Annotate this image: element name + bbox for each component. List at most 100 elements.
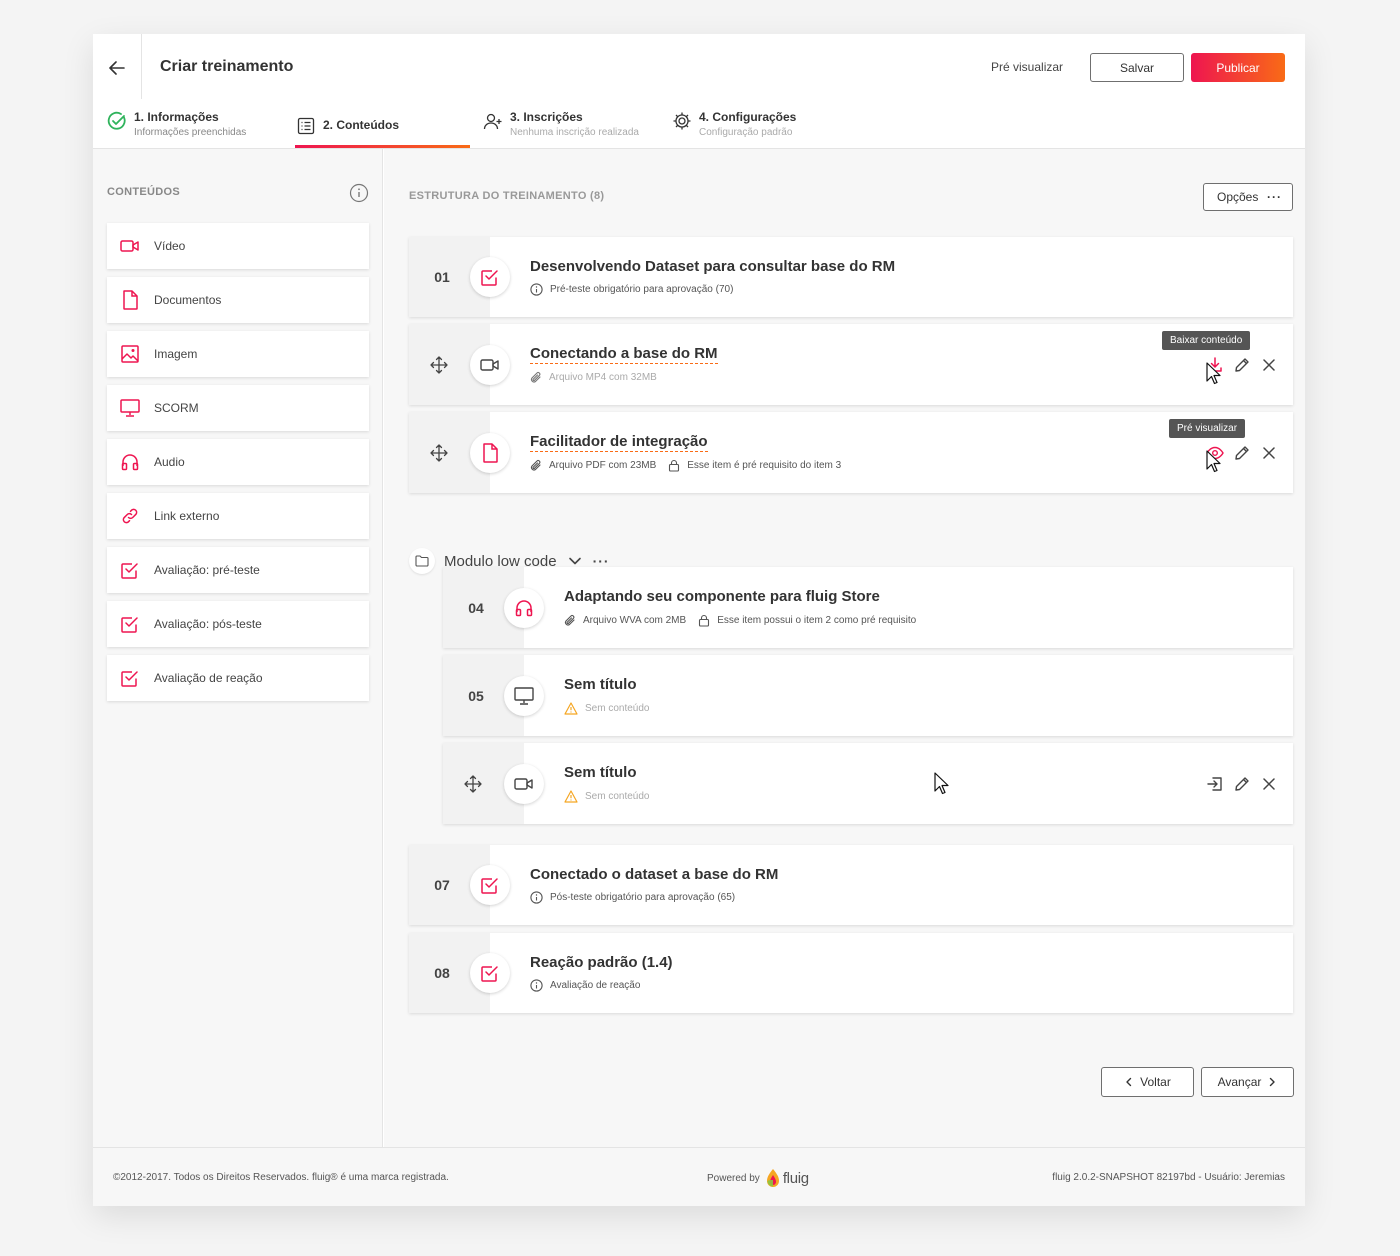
drag-handle-icon[interactable]: [429, 355, 449, 375]
list-item[interactable]: 04 Adaptando seu componente para fluig S…: [443, 567, 1293, 648]
item-meta-text: Pós-teste obrigatório para aprovação (65…: [550, 892, 736, 903]
drag-handle-icon[interactable]: [429, 443, 449, 463]
page-title: Criar treinamento: [160, 58, 294, 75]
list-item[interactable]: 08 Reação padrão (1.4) Avaliação de reaç…: [409, 933, 1293, 1013]
copyright-text: ©2012-2017. Todos os Direitos Reservados…: [113, 1172, 449, 1183]
more-icon: ···: [1267, 190, 1282, 204]
lock-icon: [669, 459, 680, 472]
sidebar-item-pre-teste[interactable]: Avaliação: pré-teste: [107, 547, 369, 593]
sidebar-item-label: Imagem: [154, 347, 198, 361]
preview-link[interactable]: Pré visualizar: [991, 60, 1063, 74]
item-meta-text: Avaliação de reação: [550, 980, 641, 991]
edit-icon[interactable]: [1232, 774, 1252, 794]
list-item[interactable]: 05 Sem título Sem conteúdo: [443, 655, 1293, 736]
info-icon: [530, 283, 543, 296]
step-title: 2. Conteúdos: [323, 118, 400, 132]
sidebar-item-scorm[interactable]: SCORM: [107, 385, 369, 431]
video-icon: [120, 236, 140, 256]
tab-inscricoes[interactable]: 3. Inscrições Nenhuma inscrição realizad…: [482, 110, 639, 150]
checkbox-icon: [470, 953, 510, 993]
item-title: Sem título: [564, 764, 637, 781]
folder-icon: [409, 548, 435, 574]
chevron-right-icon: [1270, 1077, 1276, 1087]
tab-configuracoes[interactable]: 4. Configurações Configuração padrão: [671, 110, 796, 150]
item-title[interactable]: Facilitador de integração: [530, 433, 708, 452]
drag-handle-icon[interactable]: [463, 774, 483, 794]
next-button[interactable]: Avançar: [1201, 1067, 1294, 1097]
lock-icon: [699, 614, 710, 627]
item-title: Conectado o dataset a base do RM: [530, 866, 779, 883]
edit-icon[interactable]: [1232, 355, 1252, 375]
sidebar-heading: CONTEÚDOS: [107, 186, 180, 198]
list-item[interactable]: Facilitador de integração Arquivo PDF co…: [409, 412, 1293, 493]
options-button[interactable]: Opções ···: [1203, 183, 1293, 211]
cursor-arrow-icon: [934, 772, 949, 795]
options-label: Opções: [1217, 190, 1259, 204]
fluig-logo-icon: [766, 1169, 779, 1187]
sidebar-item-reacao[interactable]: Avaliação de reação: [107, 655, 369, 701]
header: Criar treinamento Pré visualizar Salvar …: [93, 34, 1305, 149]
close-icon[interactable]: [1259, 355, 1279, 375]
edit-icon[interactable]: [1232, 443, 1252, 463]
paperclip-icon: [530, 460, 541, 471]
document-icon: [120, 290, 140, 310]
version-text: fluig 2.0.2-SNAPSHOT 82197bd - Usuário: …: [1052, 1172, 1285, 1183]
item-title[interactable]: Conectando a base do RM: [530, 345, 718, 364]
cursor-arrow-icon: [1206, 362, 1221, 385]
item-meta: Sem conteúdo: [564, 702, 662, 715]
item-title: Reação padrão (1.4): [530, 954, 673, 971]
step-title: 4. Configurações: [699, 110, 797, 124]
brand-name: fluig: [782, 1169, 809, 1187]
item-meta: Sem conteúdo: [564, 790, 662, 803]
checkbox-icon: [120, 668, 140, 688]
sidebar-item-imagem[interactable]: Imagem: [107, 331, 369, 377]
item-actions: [1198, 774, 1279, 794]
list-item[interactable]: Conectando a base do RM Arquivo MP4 com …: [409, 324, 1293, 405]
structure-heading: ESTRUTURA DO TREINAMENTO (8): [409, 190, 605, 202]
sidebar-item-label: Avaliação de reação: [154, 671, 263, 685]
item-meta: Pré-teste obrigatório para aprovação (70…: [530, 283, 745, 296]
back-arrow-icon[interactable]: [105, 54, 129, 82]
sidebar-item-documentos[interactable]: Documentos: [107, 277, 369, 323]
save-button[interactable]: Salvar: [1090, 53, 1184, 82]
back-button[interactable]: Voltar: [1101, 1067, 1194, 1097]
item-title: Sem título: [564, 676, 637, 693]
publish-button[interactable]: Publicar: [1191, 53, 1285, 82]
powered-by-label: Powered by: [707, 1172, 760, 1184]
info-icon[interactable]: [349, 183, 369, 208]
step-title: 3. Inscrições: [510, 110, 583, 124]
video-icon: [470, 344, 510, 385]
sidebar-item-label: Avaliação: pós-teste: [154, 617, 262, 631]
sidebar-item-label: Documentos: [154, 293, 222, 307]
powered-by: Powered by fluig: [707, 1168, 809, 1188]
item-title: Adaptando seu componente para fluig Stor…: [564, 588, 880, 605]
sidebar-item-label: Audio: [154, 455, 185, 469]
next-label: Avançar: [1217, 1075, 1262, 1089]
checkbox-icon: [120, 614, 140, 634]
sidebar-item-video[interactable]: Vídeo: [107, 223, 369, 269]
checkbox-icon: [470, 865, 510, 905]
monitor-icon: [504, 675, 544, 716]
tooltip: Pré visualizar: [1169, 419, 1246, 438]
close-icon[interactable]: [1259, 774, 1279, 794]
item-title: Desenvolvendo Dataset para consultar bas…: [530, 258, 896, 275]
sidebar-item-pos-teste[interactable]: Avaliação: pós-teste: [107, 601, 369, 647]
item-number: 05: [468, 687, 484, 704]
list-item[interactable]: 01 Desenvolvendo Dataset para consultar …: [409, 237, 1293, 317]
tab-informacoes[interactable]: 1. Informações Informações preenchidas: [106, 110, 246, 150]
item-meta: Arquivo WVA com 2MB Esse item possui o i…: [564, 614, 928, 627]
list-icon: [295, 115, 317, 137]
move-to-module-icon[interactable]: [1205, 774, 1225, 794]
list-item[interactable]: 07 Conectado o dataset a base do RM Pós-…: [409, 845, 1293, 925]
item-meta-text: Arquivo WVA com 2MB: [583, 615, 687, 626]
item-number: 01: [434, 269, 450, 285]
item-meta: Arquivo MP4 com 32MB: [530, 371, 669, 384]
item-meta-text: Arquivo PDF com 23MB: [549, 460, 657, 471]
list-item[interactable]: Sem título Sem conteúdo: [443, 743, 1293, 824]
paperclip-icon: [564, 615, 575, 626]
document-icon: [470, 432, 510, 473]
close-icon[interactable]: [1259, 443, 1279, 463]
info-icon: [530, 891, 543, 904]
sidebar-item-audio[interactable]: Audio: [107, 439, 369, 485]
sidebar-item-link-externo[interactable]: Link externo: [107, 493, 369, 539]
